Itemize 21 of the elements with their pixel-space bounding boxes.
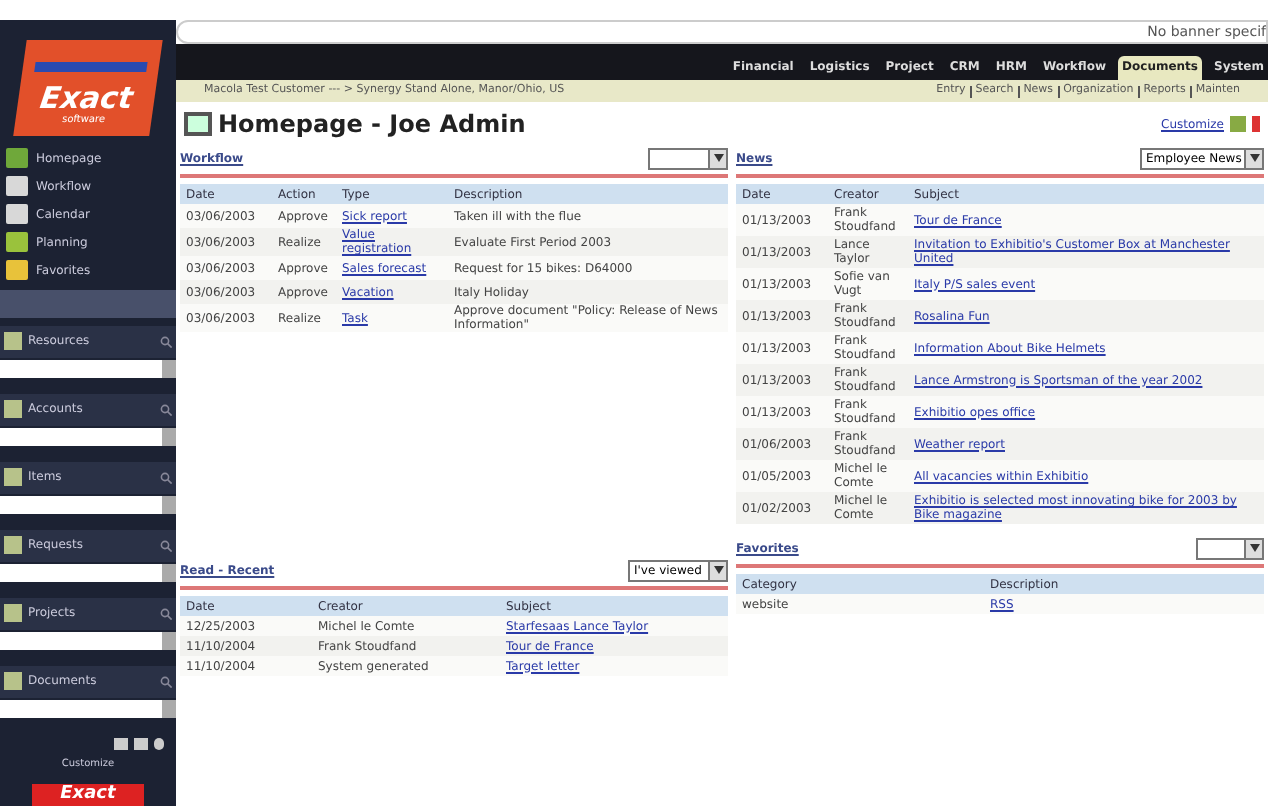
- section-field[interactable]: [0, 427, 176, 445]
- page-title: Homepage - Joe Admin: [218, 108, 526, 142]
- section-field[interactable]: [0, 359, 176, 377]
- section-field[interactable]: [0, 631, 176, 649]
- section-field[interactable]: [0, 699, 176, 717]
- search-icon[interactable]: [160, 675, 172, 687]
- filter-dropdown[interactable]: [648, 147, 728, 169]
- dropdown-arrow-icon: [1244, 149, 1262, 167]
- section-field[interactable]: [0, 495, 176, 513]
- dropdown-arrow-icon: [1244, 539, 1262, 557]
- dropdown-arrow-icon: [708, 561, 726, 579]
- search-icon[interactable]: [160, 539, 172, 551]
- search-icon[interactable]: [160, 335, 172, 347]
- section-field[interactable]: [0, 563, 176, 581]
- search-icon[interactable]: [160, 471, 172, 483]
- bottom-logo: Exact: [32, 784, 144, 806]
- search-icon[interactable]: [160, 403, 172, 415]
- stripe-icon: [34, 62, 148, 73]
- dropdown-arrow-icon: [708, 149, 726, 167]
- search-icon[interactable]: [160, 607, 172, 619]
- filter-dropdown[interactable]: [1196, 537, 1264, 559]
